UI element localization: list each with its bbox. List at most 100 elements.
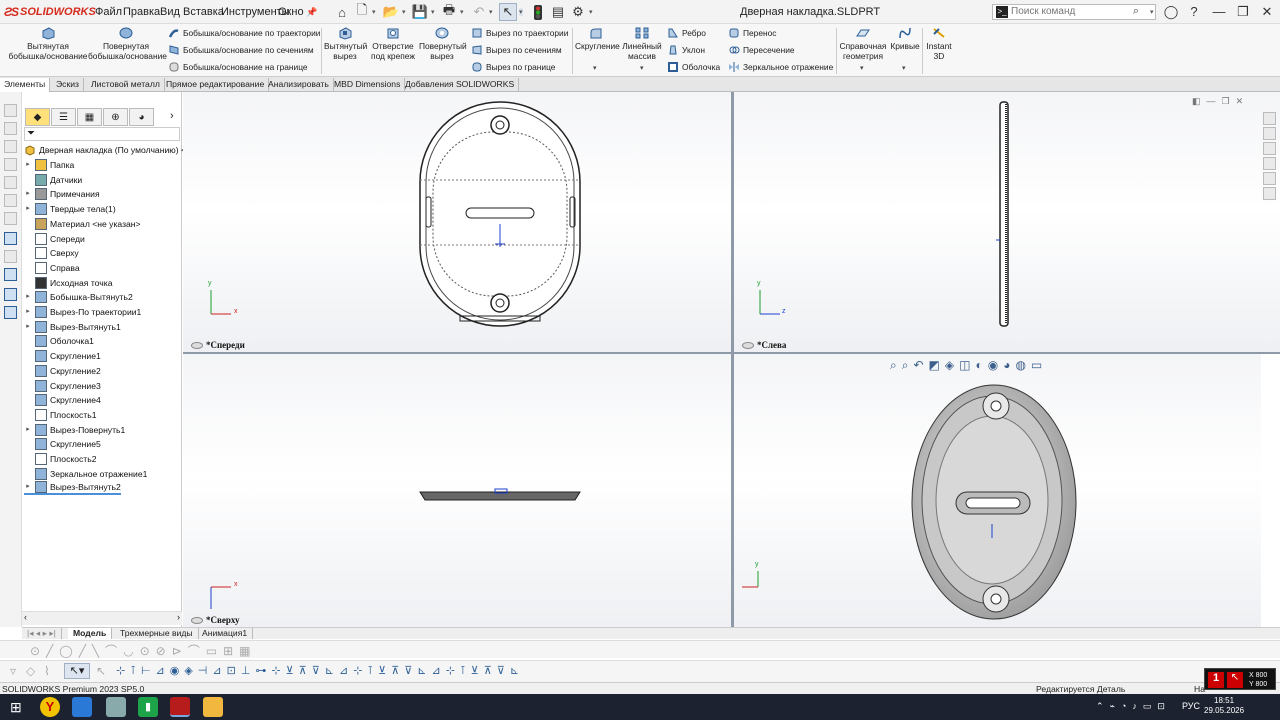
- file-explorer-taskbar-icon[interactable]: [203, 697, 223, 717]
- user-account-icon[interactable]: ◯: [1161, 3, 1181, 21]
- command-search[interactable]: >_ Поиск команд ⌕: [992, 4, 1156, 20]
- tab-sketch[interactable]: Эскиз: [52, 78, 84, 92]
- sketch-tool-icon[interactable]: [4, 268, 17, 281]
- close-icon[interactable]: ✕: [1257, 3, 1277, 21]
- loft-boss-button[interactable]: Бобышка/основание по сечениям: [168, 43, 314, 57]
- zoom-to-fit-icon[interactable]: ⌕: [890, 358, 897, 372]
- property-manager-tab-icon[interactable]: ☰: [51, 108, 76, 126]
- options-dropdown-icon[interactable]: ▾: [589, 8, 593, 16]
- menu-window[interactable]: Окно: [278, 6, 304, 18]
- new-dropdown-icon[interactable]: ▾: [372, 8, 376, 16]
- fillet-dropdown-icon[interactable]: ▾: [593, 64, 597, 72]
- expand-arrow-icon[interactable]: ▸: [24, 187, 32, 201]
- file-explorer-icon[interactable]: [1263, 142, 1276, 155]
- draft-button[interactable]: Уклон: [667, 43, 705, 57]
- fillet-button[interactable]: Скругление: [575, 26, 620, 51]
- restore-icon[interactable]: ❐: [1233, 3, 1253, 21]
- zoom-to-area-icon[interactable]: ⌕: [902, 358, 909, 372]
- section-view-icon[interactable]: ◩: [929, 358, 940, 372]
- file-properties-icon[interactable]: ▤: [549, 3, 567, 21]
- viewport-top[interactable]: x *Сверху: [183, 354, 731, 627]
- browser-app-icon[interactable]: [106, 697, 126, 717]
- expand-arrow-icon[interactable]: ▸: [24, 423, 32, 437]
- feature-tree-item[interactable]: ▸ Папка: [24, 158, 74, 172]
- dynamic-annotation-icon[interactable]: ◈: [945, 358, 954, 372]
- rib-button[interactable]: Ребро: [667, 26, 706, 40]
- shell-button[interactable]: Оболочка: [667, 60, 720, 74]
- feature-tree-item[interactable]: Сверху: [24, 246, 79, 260]
- feature-manager-tab-icon[interactable]: ◆: [25, 108, 50, 126]
- feature-tree-item[interactable]: Плоскость2: [24, 452, 97, 466]
- windows-start-icon[interactable]: ⊞: [10, 699, 22, 716]
- feature-tree-item[interactable]: Скругление4: [24, 393, 101, 407]
- chevron-right-icon[interactable]: ›: [170, 110, 174, 122]
- horizontal-scrollbar[interactable]: ‹ ›: [22, 611, 182, 625]
- feature-tree-item[interactable]: ▸ Примечания: [24, 187, 100, 201]
- monitor-app-icon[interactable]: [72, 697, 92, 717]
- custom-properties-icon[interactable]: [1263, 187, 1276, 200]
- solidworks-taskbar-icon[interactable]: [170, 697, 190, 717]
- open-icon[interactable]: 📂: [382, 3, 400, 21]
- feature-tree-item[interactable]: ▸ Вырез-Вытянуть2: [24, 481, 121, 496]
- menu-view[interactable]: Вид: [160, 6, 180, 18]
- sketch-tool-icon[interactable]: [4, 122, 17, 135]
- options-gear-icon[interactable]: ⚙: [569, 3, 587, 21]
- select-cursor-icon[interactable]: ↖: [499, 3, 517, 21]
- menu-edit[interactable]: Правка: [123, 6, 160, 18]
- sketch-tool-icon[interactable]: [4, 250, 17, 263]
- design-library-icon[interactable]: [1263, 127, 1276, 140]
- select-cursor-icon[interactable]: ↖▾: [64, 663, 90, 679]
- feature-tree-item[interactable]: ▸ Вырез-Повернуть1: [24, 423, 125, 437]
- pattern-dropdown-icon[interactable]: ▾: [640, 64, 644, 72]
- minimize-icon[interactable]: —: [1209, 3, 1229, 21]
- reference-geometry-button[interactable]: Справочная геометрия: [839, 26, 887, 61]
- display-style-icon[interactable]: ◐: [975, 358, 982, 372]
- boundary-boss-button[interactable]: Бобышка/основание на границе: [168, 60, 308, 74]
- tab-sheet-metal[interactable]: Листовой металл: [87, 78, 165, 92]
- open-dropdown-icon[interactable]: ▾: [402, 8, 406, 16]
- undo-dropdown-icon[interactable]: ▾: [489, 8, 493, 16]
- viewport-splitter-vertical[interactable]: [731, 92, 734, 627]
- intersect-button[interactable]: Пересечение: [728, 43, 795, 57]
- feature-tree-item[interactable]: Материал <не указан>: [24, 217, 141, 231]
- tab-features[interactable]: Элементы: [0, 78, 51, 92]
- traffic-light-icon[interactable]: [529, 3, 547, 21]
- new-document-icon[interactable]: 🗋: [353, 2, 371, 21]
- marker-icon[interactable]: ◇: [26, 664, 35, 678]
- feature-tree-item[interactable]: Датчики: [24, 173, 82, 187]
- linear-pattern-button[interactable]: Линейный массив: [620, 26, 664, 61]
- curves-dropdown-icon[interactable]: ▾: [902, 64, 906, 72]
- menu-insert[interactable]: Вставка: [183, 6, 224, 18]
- viewport-front[interactable]: y x *Спереди: [183, 92, 731, 352]
- menu-file[interactable]: Файл: [95, 6, 122, 18]
- feature-tree-item[interactable]: ▸ Твердые тела(1): [24, 202, 116, 216]
- view-orientation-icon[interactable]: ◫: [959, 358, 970, 372]
- expand-arrow-icon[interactable]: ▸: [24, 320, 32, 334]
- brush-icon[interactable]: ⌇: [44, 664, 50, 678]
- wrap-button[interactable]: Перенос: [728, 26, 776, 40]
- save-dropdown-icon[interactable]: ▾: [431, 8, 435, 16]
- select-filter-icon[interactable]: ▿: [10, 664, 16, 678]
- sketch-tool-icon[interactable]: [4, 232, 17, 245]
- feature-tree-item[interactable]: Скругление3: [24, 379, 101, 393]
- feature-tree-item[interactable]: Справа: [24, 261, 80, 275]
- clock-time[interactable]: 18:51: [1214, 696, 1234, 705]
- tree-filter[interactable]: ⏷: [24, 127, 180, 141]
- dimxpert-tab-icon[interactable]: ⊕: [103, 108, 128, 126]
- clock-date[interactable]: 29.05.2026: [1204, 706, 1244, 715]
- feature-tree-item[interactable]: Оболочка1: [24, 334, 94, 348]
- feature-tree-item[interactable]: Скругление2: [24, 364, 101, 378]
- feature-tree-item[interactable]: Спереди: [24, 232, 85, 246]
- system-tray-icons[interactable]: ⌃⌁◔♪▭⊡: [1096, 701, 1171, 712]
- feature-tree-item[interactable]: Плоскость1: [24, 408, 97, 422]
- feature-tree-item[interactable]: ▸ Вырез-Вытянуть1: [24, 320, 121, 334]
- previous-view-icon[interactable]: ↶: [913, 358, 923, 372]
- revolve-cut-button[interactable]: Повернутый вырез: [419, 26, 467, 61]
- search-input[interactable]: Поиск команд: [1011, 6, 1075, 17]
- sketch-tool-icon[interactable]: [4, 176, 17, 189]
- tab-evaluate[interactable]: Анализировать: [264, 78, 334, 92]
- search-icon[interactable]: ⌕: [1133, 5, 1139, 18]
- sketch-tools-icons[interactable]: ⊙╱◯╱╲⌒◡⊙⊘⊳⌒▭⊞▦: [30, 642, 257, 659]
- sketch-tool-icon[interactable]: [4, 158, 17, 171]
- viewport-left[interactable]: y z ◧—❐✕ *Слева: [734, 92, 1280, 352]
